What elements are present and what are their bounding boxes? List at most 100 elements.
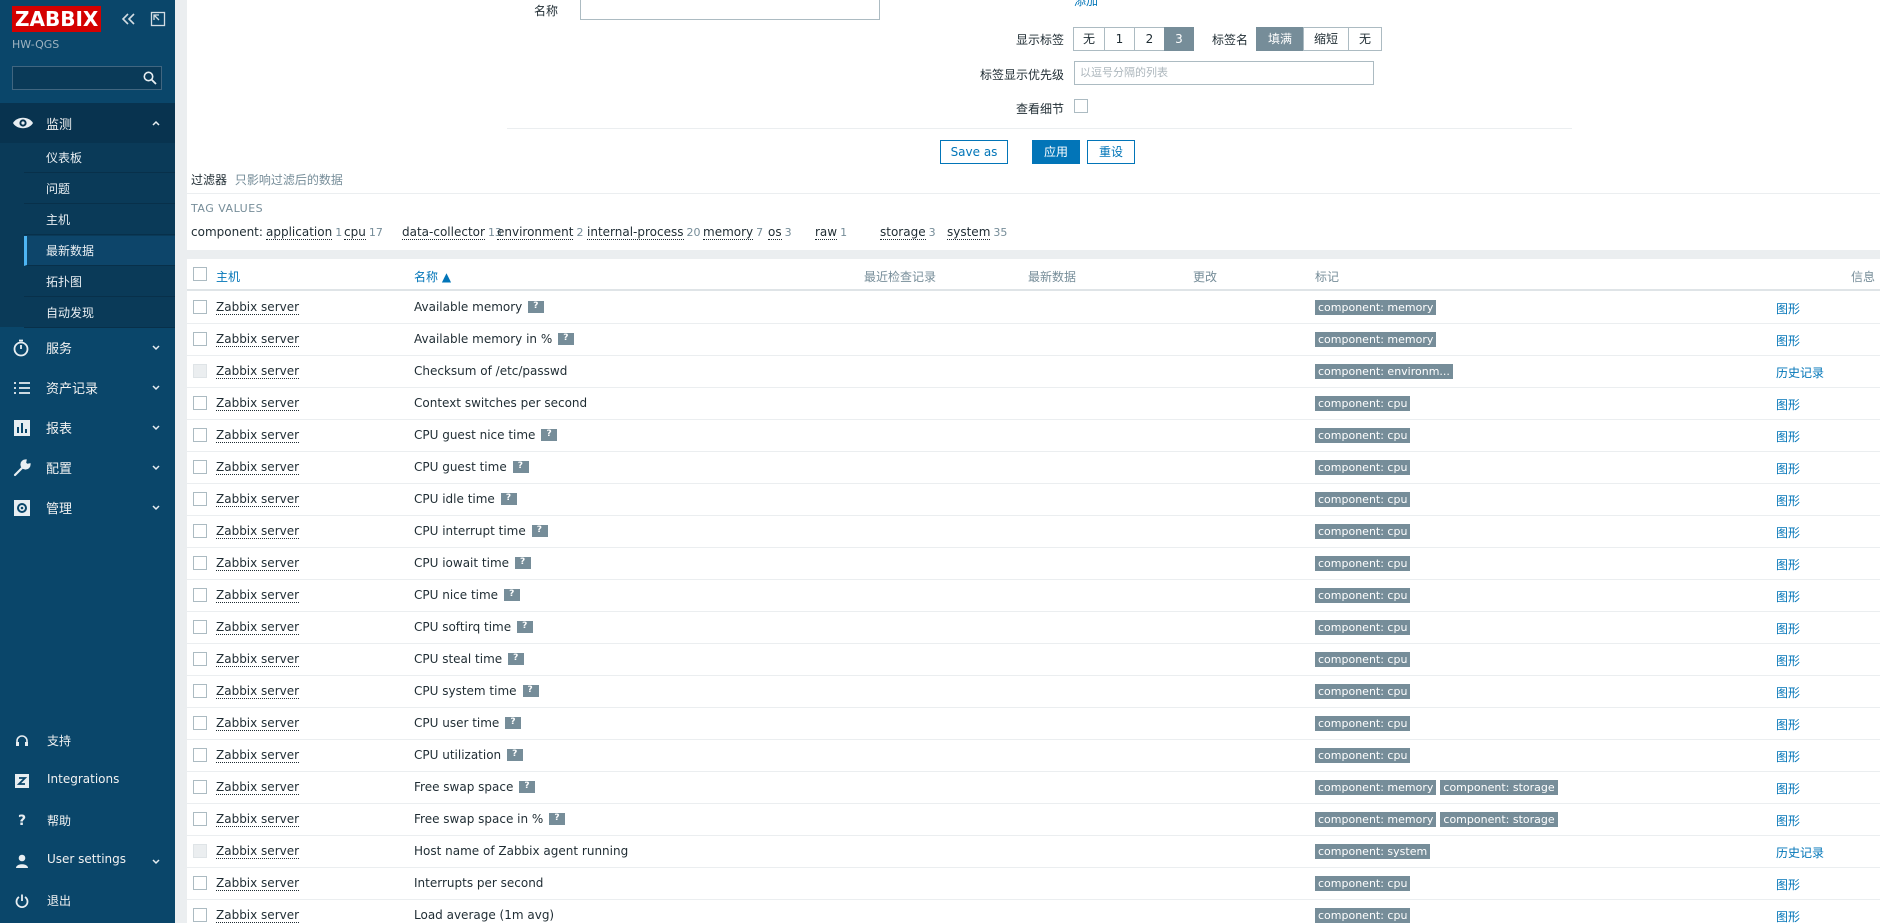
nav-services[interactable]: 服务 — [0, 327, 175, 367]
tag-value-item[interactable]: application 1 — [266, 225, 342, 240]
tag-badge[interactable]: component: cpu — [1315, 492, 1411, 507]
row-graph-link[interactable]: 图形 — [1776, 620, 1800, 637]
apply-button[interactable]: 应用 — [1032, 140, 1080, 164]
tag-badge[interactable]: component: cpu — [1315, 876, 1411, 891]
nav-configuration[interactable]: 配置 — [0, 447, 175, 487]
row-checkbox[interactable] — [193, 588, 207, 602]
tag-value-item[interactable]: os 3 — [768, 225, 792, 240]
row-host-link[interactable]: Zabbix server — [216, 396, 300, 411]
help-description-icon[interactable] — [500, 491, 517, 505]
select-all-checkbox[interactable] — [193, 267, 207, 281]
tag-value-name[interactable]: environment — [497, 225, 574, 240]
row-checkbox[interactable] — [193, 908, 207, 922]
row-checkbox[interactable] — [193, 556, 207, 570]
row-host-link[interactable]: Zabbix server — [216, 652, 300, 667]
tag-value-name[interactable]: application — [266, 225, 333, 240]
help-description-icon[interactable] — [541, 427, 558, 441]
row-graph-link[interactable]: 图形 — [1776, 556, 1800, 573]
show-tags-2[interactable]: 2 — [1134, 27, 1165, 51]
tag-name-short[interactable]: 缩短 — [1303, 27, 1349, 51]
row-history-link[interactable]: 历史记录 — [1776, 844, 1824, 861]
sidebar-item-maps[interactable]: 拓扑图 — [24, 267, 175, 297]
row-host-link[interactable]: Zabbix server — [216, 620, 300, 635]
help-description-icon[interactable] — [522, 683, 539, 697]
row-host-link[interactable]: Zabbix server — [216, 876, 300, 891]
tag-badge[interactable]: component: cpu — [1315, 652, 1411, 667]
row-checkbox[interactable] — [193, 460, 207, 474]
row-host-link[interactable]: Zabbix server — [216, 364, 300, 379]
tag-badge[interactable]: component: memory — [1315, 300, 1437, 315]
row-host-link[interactable]: Zabbix server — [216, 556, 300, 571]
help-description-icon[interactable] — [531, 523, 548, 537]
nav-reports[interactable]: 报表 — [0, 407, 175, 447]
row-checkbox[interactable] — [193, 492, 207, 506]
row-checkbox[interactable] — [193, 876, 207, 890]
row-host-link[interactable]: Zabbix server — [216, 908, 300, 923]
tag-add-link[interactable]: 添加 — [1074, 0, 1098, 9]
search-icon[interactable] — [143, 71, 157, 85]
sidebar-item-problems[interactable]: 问题 — [24, 174, 175, 204]
row-host-link[interactable]: Zabbix server — [216, 844, 300, 859]
tag-value-name[interactable]: data-collector — [402, 225, 485, 240]
tag-name-none[interactable]: 无 — [1348, 27, 1382, 51]
row-host-link[interactable]: Zabbix server — [216, 748, 300, 763]
row-graph-link[interactable]: 图形 — [1776, 780, 1800, 797]
tag-badge[interactable]: component: storage — [1440, 780, 1558, 795]
row-checkbox[interactable] — [193, 300, 207, 314]
tag-value-item[interactable]: memory 7 — [703, 225, 763, 240]
tag-value-name[interactable]: storage — [880, 225, 926, 240]
tag-badge[interactable]: component: cpu — [1315, 428, 1411, 443]
sidebar-item-latest-data[interactable]: 最新数据 — [24, 236, 175, 266]
tag-value-name[interactable]: cpu — [344, 225, 366, 240]
help-description-icon[interactable] — [505, 715, 522, 729]
row-checkbox[interactable] — [193, 780, 207, 794]
row-checkbox[interactable] — [193, 652, 207, 666]
zabbix-logo[interactable]: ZABBIX — [12, 6, 102, 32]
nav-integrations[interactable]: Integrations — [0, 760, 175, 800]
tag-badge[interactable]: component: storage — [1440, 812, 1558, 827]
nav-help[interactable]: ? 帮助 — [0, 800, 175, 840]
help-description-icon[interactable] — [515, 555, 532, 569]
help-description-icon[interactable] — [507, 747, 524, 761]
save-as-button[interactable]: Save as — [940, 140, 1008, 164]
row-graph-link[interactable]: 图形 — [1776, 492, 1800, 509]
row-host-link[interactable]: Zabbix server — [216, 524, 300, 539]
tag-badge[interactable]: component: memory — [1315, 332, 1437, 347]
tag-value-item[interactable]: data-collector 13 — [402, 225, 502, 240]
row-host-link[interactable]: Zabbix server — [216, 492, 300, 507]
row-graph-link[interactable]: 图形 — [1776, 684, 1800, 701]
col-name[interactable]: 名称 ▲ — [414, 268, 451, 285]
tag-value-item[interactable]: cpu 17 — [344, 225, 383, 240]
row-checkbox[interactable] — [193, 332, 207, 346]
tag-badge[interactable]: component: memory — [1315, 812, 1437, 827]
row-host-link[interactable]: Zabbix server — [216, 812, 300, 827]
row-checkbox[interactable] — [193, 524, 207, 538]
tag-name-full[interactable]: 填满 — [1256, 27, 1304, 51]
row-graph-link[interactable]: 图形 — [1776, 300, 1800, 317]
nav-administration[interactable]: 管理 — [0, 487, 175, 527]
row-graph-link[interactable]: 图形 — [1776, 396, 1800, 413]
tag-badge[interactable]: component: cpu — [1315, 396, 1411, 411]
row-graph-link[interactable]: 图形 — [1776, 332, 1800, 349]
sidebar-item-dashboard[interactable]: 仪表板 — [24, 143, 175, 173]
row-checkbox[interactable] — [193, 396, 207, 410]
row-host-link[interactable]: Zabbix server — [216, 716, 300, 731]
row-graph-link[interactable]: 图形 — [1776, 876, 1800, 893]
tag-badge[interactable]: component: cpu — [1315, 460, 1411, 475]
tag-value-name[interactable]: memory — [703, 225, 754, 240]
tag-value-item[interactable]: raw 1 — [815, 225, 847, 240]
tag-value-item[interactable]: system 35 — [947, 225, 1007, 240]
filter-name-input[interactable] — [580, 0, 880, 20]
tag-badge[interactable]: component: cpu — [1315, 908, 1411, 923]
row-history-link[interactable]: 历史记录 — [1776, 364, 1824, 381]
tag-value-item[interactable]: environment 2 — [497, 225, 583, 240]
help-description-icon[interactable] — [549, 811, 566, 825]
tag-value-name[interactable]: system — [947, 225, 991, 240]
nav-monitoring[interactable]: 监测 — [0, 103, 175, 143]
sidebar-search-input[interactable] — [12, 66, 162, 90]
tag-badge[interactable]: component: cpu — [1315, 684, 1411, 699]
help-description-icon[interactable] — [512, 459, 529, 473]
tag-badge[interactable]: component: cpu — [1315, 588, 1411, 603]
row-graph-link[interactable]: 图形 — [1776, 524, 1800, 541]
row-graph-link[interactable]: 图形 — [1776, 716, 1800, 733]
